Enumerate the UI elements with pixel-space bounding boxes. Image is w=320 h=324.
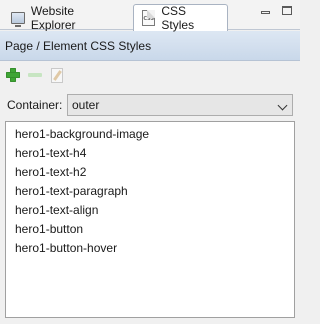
container-select[interactable]: outer bbox=[67, 94, 293, 116]
css-file-icon: CSS bbox=[142, 10, 156, 26]
list-item[interactable]: hero1-text-h4 bbox=[15, 144, 294, 163]
page-title: Page / Element CSS Styles bbox=[5, 38, 152, 53]
tab-website-explorer[interactable]: Website Explorer bbox=[2, 4, 130, 32]
panel-window-controls bbox=[261, 6, 292, 15]
tab-label: CSS Styles bbox=[161, 4, 195, 32]
remove-minus-icon[interactable] bbox=[27, 67, 43, 83]
list-item[interactable]: hero1-background-image bbox=[15, 125, 294, 144]
add-plus-icon[interactable] bbox=[5, 67, 21, 83]
toolbar bbox=[0, 62, 300, 88]
tab-label: Website Explorer bbox=[30, 4, 76, 32]
list-item[interactable]: hero1-button-hover bbox=[15, 239, 294, 258]
container-row: Container: outer bbox=[0, 90, 300, 120]
list-item[interactable]: hero1-text-align bbox=[15, 201, 294, 220]
minimize-icon[interactable] bbox=[261, 10, 270, 14]
maximize-icon[interactable] bbox=[282, 6, 292, 15]
panel-header: Page / Element CSS Styles bbox=[0, 31, 300, 61]
list-item[interactable]: hero1-button bbox=[15, 220, 294, 239]
tab-strip: Website Explorer CSS CSS Styles bbox=[0, 0, 300, 32]
container-label: Container: bbox=[7, 98, 63, 112]
css-styles-list[interactable]: hero1-background-image hero1-text-h4 her… bbox=[5, 121, 295, 318]
list-item[interactable]: hero1-text-paragraph bbox=[15, 182, 294, 201]
chevron-down-icon bbox=[277, 100, 288, 111]
list-item[interactable]: hero1-text-h2 bbox=[15, 163, 294, 182]
monitor-icon bbox=[11, 12, 25, 27]
edit-document-icon[interactable] bbox=[49, 67, 65, 83]
container-select-value: outer bbox=[72, 98, 100, 112]
tab-css-styles[interactable]: CSS CSS Styles bbox=[133, 4, 228, 32]
